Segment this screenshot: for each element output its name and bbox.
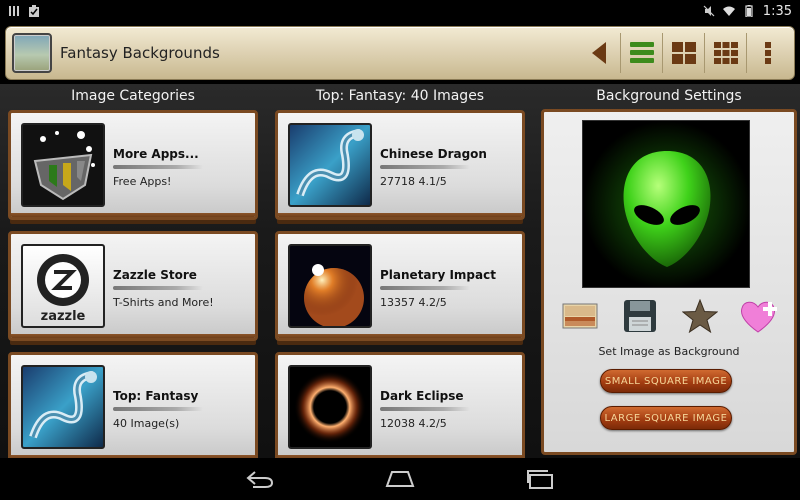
nav-home-button[interactable] (380, 464, 420, 494)
save-button[interactable] (620, 296, 660, 336)
small-square-image-button[interactable]: SMALL SQUARE IMAGE (600, 369, 732, 393)
settings-header: Background Settings (596, 88, 742, 104)
category-card-top-fantasy[interactable]: Top: Fantasy 40 Image(s) (8, 352, 258, 462)
categories-header: Image Categories (71, 88, 195, 104)
large-square-image-button[interactable]: LARGE SQUARE IMAGE (600, 406, 732, 430)
card-title: Chinese Dragon (380, 147, 487, 161)
card-subtitle: Free Apps! (113, 175, 172, 188)
app-title: Fantasy Backgrounds (60, 44, 220, 62)
zazzle-logo: zazzle (21, 244, 105, 328)
divider (380, 407, 470, 411)
action-bar: Fantasy Backgrounds (5, 26, 795, 80)
set-landscape-button[interactable] (560, 296, 600, 336)
clock: 1:35 (762, 3, 792, 19)
card-title: Planetary Impact (380, 268, 496, 282)
more-apps-thumbnail (21, 123, 105, 207)
divider (380, 165, 470, 169)
card-title: More Apps... (113, 147, 199, 161)
card-subtitle: 13357 4.2/5 (380, 296, 447, 309)
heart-plus-icon (741, 301, 777, 333)
card-title: Zazzle Store (113, 268, 197, 282)
app-icon[interactable] (12, 33, 52, 73)
grid-2x2-icon (671, 42, 696, 64)
category-card-more-apps[interactable]: More Apps... Free Apps! (8, 110, 258, 220)
nav-back-button[interactable] (240, 464, 280, 494)
navigation-bar (0, 458, 800, 500)
home-icon (385, 471, 415, 487)
back-arrow-button[interactable] (578, 33, 620, 73)
image-card-planetary-impact[interactable]: Planetary Impact 13357 4.2/5 (275, 231, 525, 341)
back-icon (246, 471, 274, 488)
image-card-dark-eclipse[interactable]: Dark Eclipse 12038 4.2/5 (275, 352, 525, 462)
background-preview (582, 120, 750, 288)
status-bar: 1:35 (0, 0, 800, 22)
card-subtitle: 40 Image(s) (113, 417, 180, 430)
category-card-zazzle-store[interactable]: zazzle Zazzle Store T-Shirts and More! (8, 231, 258, 341)
planetary-impact-thumbnail (288, 244, 372, 328)
set-background-label: Set Image as Background (598, 345, 740, 358)
recents-icon (527, 470, 553, 489)
card-subtitle: 27718 4.1/5 (380, 175, 447, 188)
battery-icon (745, 5, 753, 17)
wifi-icon (722, 6, 735, 16)
divider (380, 286, 470, 290)
landscape-image-icon (562, 303, 598, 329)
back-arrow-icon (592, 42, 606, 64)
dark-eclipse-thumbnail (288, 365, 372, 449)
grid-3x3-button[interactable] (704, 33, 746, 73)
add-favorite-button[interactable] (740, 296, 780, 336)
images-header: Top: Fantasy: 40 Images (315, 88, 485, 104)
dragon-thumbnail (21, 365, 105, 449)
sim-icon (9, 6, 19, 16)
grid-2x2-button[interactable] (662, 33, 704, 73)
list-view-icon (629, 42, 654, 63)
divider (113, 407, 203, 411)
card-subtitle: 12038 4.2/5 (380, 417, 447, 430)
grid-3x3-icon (713, 42, 738, 64)
list-view-button[interactable] (620, 33, 662, 73)
favorite-star-button[interactable] (680, 296, 720, 336)
overflow-menu-icon (764, 42, 771, 64)
overflow-menu-button[interactable] (746, 33, 788, 73)
image-card-chinese-dragon[interactable]: Chinese Dragon 27718 4.1/5 (275, 110, 525, 220)
background-settings-panel: Set Image as Background SMALL SQUARE IMA… (541, 109, 797, 455)
svg-text:zazzle: zazzle (41, 309, 86, 324)
save-floppy-icon (624, 300, 656, 332)
clipboard-check-icon (29, 5, 39, 17)
card-title: Top: Fantasy (113, 389, 199, 403)
card-title: Dark Eclipse (380, 389, 464, 403)
card-subtitle: T-Shirts and More! (113, 296, 214, 309)
nav-recents-button[interactable] (520, 464, 560, 494)
chinese-dragon-thumbnail (288, 123, 372, 207)
divider (113, 286, 203, 290)
mute-icon (703, 5, 715, 17)
star-icon (682, 299, 718, 333)
divider (113, 165, 203, 169)
